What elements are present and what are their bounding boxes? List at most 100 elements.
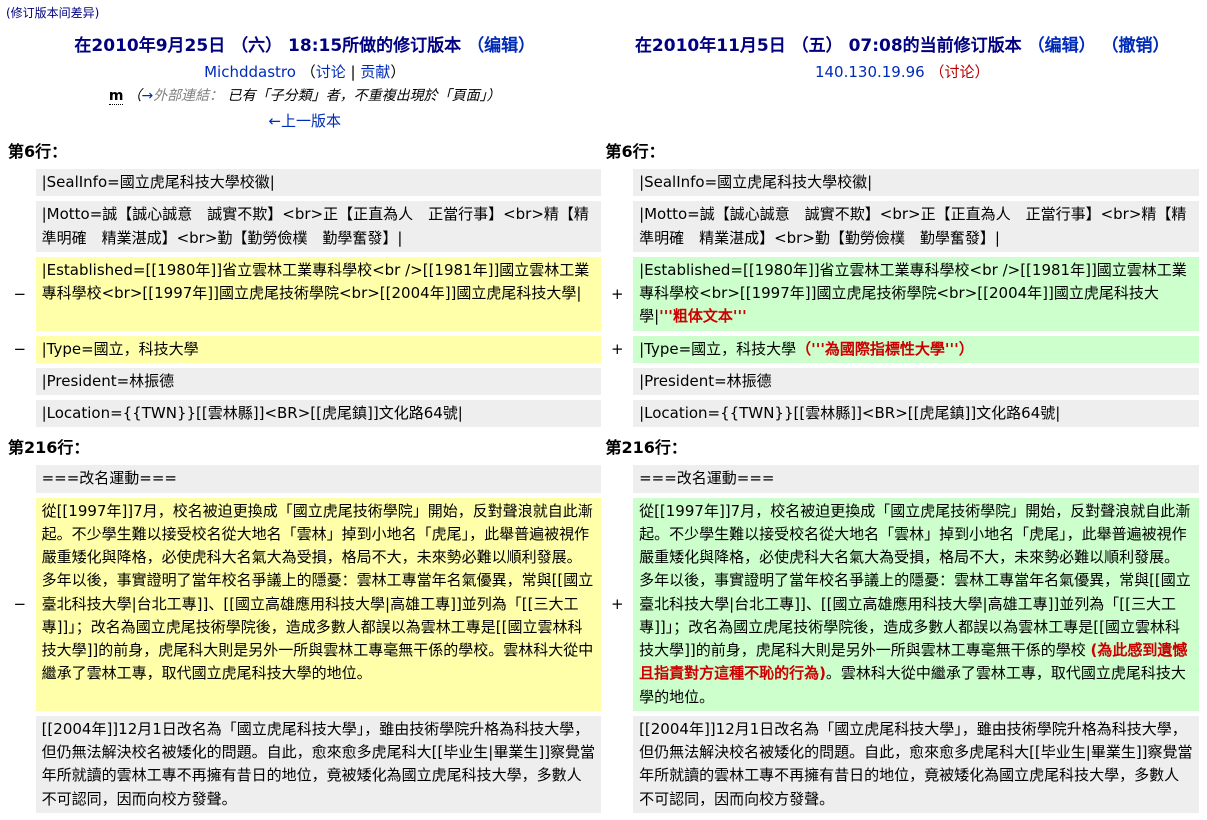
context-marker (8, 400, 32, 427)
old-user-link[interactable]: Michddastro (204, 63, 296, 81)
context-line: |SealInfo=國立虎尾科技大學校徽| (633, 169, 1199, 197)
new-edit-link[interactable]: （编辑） (1028, 36, 1096, 56)
diff-line-number-header: 第216行： (605, 438, 687, 458)
diff-row: 第216行： 第216行： (8, 432, 1199, 460)
diff-text: 從[[1997年]]7月，校名被迫更換成「國立虎尾技術學院」開始，反對聲浪就自此… (41, 501, 594, 683)
summary-close-paren: ） (486, 87, 501, 104)
deleted-line: |Type=國立，科技大學 (35, 335, 602, 363)
context-marker (605, 169, 629, 196)
diff-text: |President=林振德 (41, 371, 175, 390)
diff-row: − |Established=[[1980年]]省立雲林工業專科學校<br />[… (8, 256, 1199, 331)
diff-row: |Motto=誠【誠心誠意 誠實不欺】<br>正【正直為人 正當行事】<br>精… (8, 201, 1199, 252)
deleted-line: 從[[1997年]]7月，校名被迫更換成「國立虎尾技術學院」開始，反對聲浪就自此… (35, 497, 602, 711)
old-edit-summary: m （→外部連結： 已有「子分類」者，不重複出現於「頁面」） (12, 87, 597, 107)
context-line: |Location={{TWN}}[[雲林縣]]<BR>[[虎尾鎮]]文化路64… (633, 400, 1199, 428)
added-line: 從[[1997年]]7月，校名被迫更換成「國立虎尾技術學院」開始，反對聲浪就自此… (633, 497, 1199, 711)
summary-open-paren: （ (127, 87, 142, 104)
diff-row: |President=林振德 |President=林振德 (8, 367, 1199, 396)
context-line: [[2004年]]12月1日改名為「國立虎尾科技大學」，雖由技術學院升格為科技大… (35, 715, 602, 813)
old-revision-user-line: Michddastro （讨论 | 贡献） (12, 62, 597, 83)
old-user-talk-link[interactable]: 讨论 (316, 63, 346, 81)
old-edit-link[interactable]: （编辑） (467, 36, 535, 56)
added-marker: + (610, 284, 624, 303)
diff-text: |SealInfo=國立虎尾科技大學校徽| (41, 173, 275, 192)
diff-line-number-header: 第6行： (8, 142, 68, 162)
diff-text: ===改名運動=== (639, 469, 775, 488)
diff-row: ===改名運動=== ===改名運動=== (8, 465, 1199, 493)
diff-text: |Motto=誠【誠心誠意 誠實不欺】<br>正【正直為人 正當行事】<br>精… (41, 205, 589, 247)
diff-row: [[2004年]]12月1日改名為「國立虎尾科技大學」，雖由技術學院升格為科技大… (8, 715, 1199, 813)
minor-edit-flag: m (108, 87, 124, 105)
context-line: |Location={{TWN}}[[雲林縣]]<BR>[[虎尾鎮]]文化路64… (35, 400, 602, 428)
context-line: |President=林振德 (633, 367, 1199, 396)
context-marker (8, 368, 32, 395)
diff-line-number-header: 第216行： (8, 438, 90, 458)
undo-link[interactable]: （撤销） (1102, 36, 1170, 56)
context-marker (605, 400, 629, 427)
context-line: |Motto=誠【誠心誠意 誠實不欺】<br>正【正直為人 正當行事】<br>精… (633, 201, 1199, 252)
diff-text: |Type=國立，科技大學 (639, 339, 797, 358)
diff-text: |SealInfo=國立虎尾科技大學校徽| (639, 173, 873, 192)
context-line: [[2004年]]12月1日改名為「國立虎尾科技大學」，雖由技術學院升格為科技大… (633, 715, 1199, 813)
removed-marker: − (13, 340, 27, 359)
old-revision-title-text: 在2010年9月25日 （六） 18:15所做的修订版本 (74, 36, 462, 56)
context-marker (8, 465, 32, 492)
new-revision-user-line: 140.130.19.96 （讨论） (609, 62, 1195, 83)
added-marker: + (610, 340, 624, 359)
context-marker (605, 201, 629, 252)
diff-text: ===改名運動=== (41, 469, 177, 488)
added-line: |Established=[[1980年]]省立雲林工業專科學校<br />[[… (633, 256, 1199, 331)
context-marker (8, 169, 32, 196)
new-user-link[interactable]: 140.130.19.96 (815, 63, 925, 81)
previous-revision-link[interactable]: ←上一版本 (268, 112, 341, 130)
context-line: |Motto=誠【誠心誠意 誠實不欺】<br>正【正直為人 正當行事】<br>精… (35, 201, 602, 252)
context-marker (8, 716, 32, 813)
diff-text: [[2004年]]12月1日改名為「國立虎尾科技大學」，雖由技術學院升格為科技大… (639, 719, 1193, 808)
context-line: ===改名運動=== (633, 465, 1199, 493)
added-line: |Type=國立，科技大學（'''為國際指標性大學'''） (633, 335, 1199, 363)
context-line: |President=林振德 (35, 367, 602, 396)
diff-text: |President=林振德 (639, 371, 772, 390)
context-line: |SealInfo=國立虎尾科技大學校徽| (35, 169, 602, 197)
context-marker (605, 368, 629, 395)
diff-line-number-header: 第6行： (605, 142, 665, 162)
diff-row: |SealInfo=國立虎尾科技大學校徽| |SealInfo=國立虎尾科技大學校… (8, 169, 1199, 197)
context-marker (8, 201, 32, 252)
old-userlinks-close: ） (390, 62, 406, 81)
diff-page: (修订版本间差异) 在2010年9月25日 （六） 18:15所做的修订版本 （… (0, 0, 1207, 820)
old-revision-header: 在2010年9月25日 （六） 18:15所做的修订版本 （编辑） Michdd… (8, 34, 601, 131)
previous-revision-nav: ←上一版本 (12, 110, 597, 131)
context-marker (605, 465, 629, 492)
diff-header-row: 在2010年9月25日 （六） 18:15所做的修订版本 （编辑） Michdd… (8, 34, 1199, 131)
diff-table: 在2010年9月25日 （六） 18:15所做的修订版本 （编辑） Michdd… (4, 29, 1203, 818)
deleted-line: |Established=[[1980年]]省立雲林工業專科學校<br />[[… (35, 256, 602, 331)
context-marker (605, 716, 629, 813)
diff-text: |Location={{TWN}}[[雲林縣]]<BR>[[虎尾鎮]]文化路64… (639, 404, 1061, 423)
autocomment-section-link[interactable]: 外部連結： (153, 88, 223, 104)
removed-marker: − (13, 595, 27, 614)
new-revision-title-text: 在2010年11月5日 （五） 07:08的当前修订版本 (634, 36, 1022, 56)
context-line: ===改名運動=== (35, 465, 602, 493)
new-revision-header: 在2010年11月5日 （五） 07:08的当前修订版本 （编辑） （撤销） 1… (605, 34, 1199, 131)
diff-row: − 從[[1997年]]7月，校名被迫更換成「國立虎尾技術學院」開始，反對聲浪就自… (8, 497, 1199, 711)
diff-row: − |Type=國立，科技大學 + |Type=國立，科技大學（'''為國際指標性大學… (8, 335, 1199, 363)
diff-row: |Location={{TWN}}[[雲林縣]]<BR>[[虎尾鎮]]文化路64… (8, 400, 1199, 428)
old-user-contribs-link[interactable]: 贡献 (360, 63, 390, 81)
diff-row: 第6行： 第6行： (8, 136, 1199, 164)
old-revision-title: 在2010年9月25日 （六） 18:15所做的修订版本 （编辑） (12, 34, 597, 60)
new-revision-title: 在2010年11月5日 （五） 07:08的当前修订版本 （编辑） （撤销） (609, 34, 1195, 60)
diff-text: |Type=國立，科技大學 (41, 339, 199, 358)
old-userlinks-open: （ (300, 62, 316, 81)
old-userlinks-separator: | (345, 62, 361, 81)
removed-marker: − (13, 284, 27, 303)
diff-text: [[2004年]]12月1日改名為「國立虎尾科技大學」，雖由技術學院升格為科技大… (41, 719, 596, 808)
added-marker: + (610, 595, 624, 614)
page-subtitle: (修订版本间差异) (6, 6, 100, 20)
diff-changed-text: '''粗体文本''' (659, 307, 747, 326)
diff-text: 從[[1997年]]7月，校名被迫更換成「國立虎尾技術學院」開始，反對聲浪就自此… (639, 501, 1191, 660)
summary-comment-text: 已有「子分類」者，不重複出現於「頁面」 (223, 87, 487, 104)
diff-changed-text: （'''為國際指標性大學'''） (796, 339, 974, 358)
autocomment-arrow-icon[interactable]: → (141, 88, 153, 104)
diff-text: |Location={{TWN}}[[雲林縣]]<BR>[[虎尾鎮]]文化路64… (41, 404, 463, 423)
new-user-talk-link[interactable]: （讨论） (930, 63, 990, 81)
